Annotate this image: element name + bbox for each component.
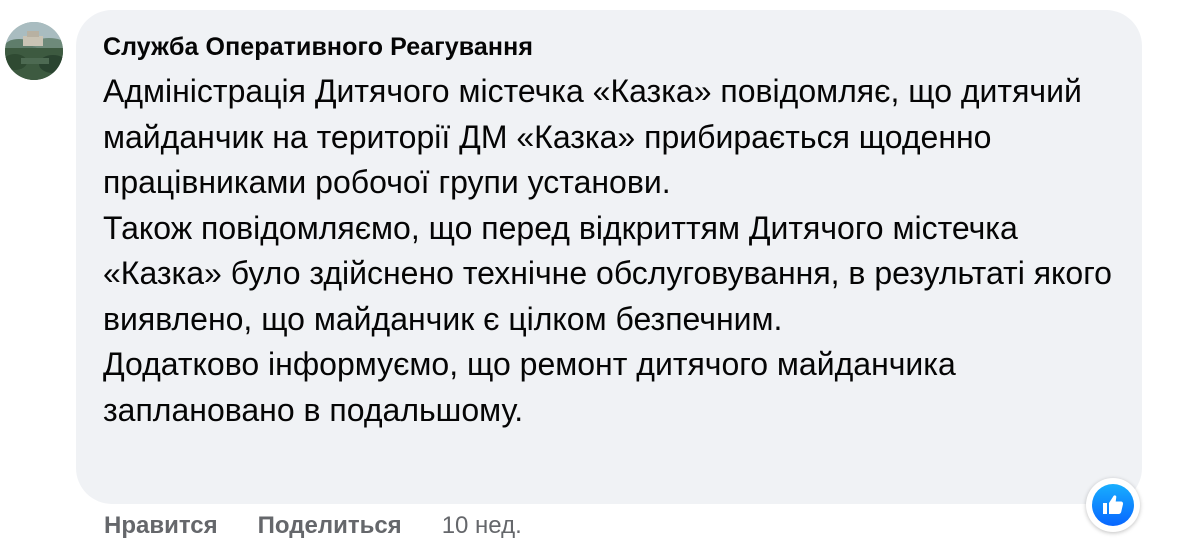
comment-timestamp[interactable]: 10 нед. (442, 512, 522, 540)
avatar-image (5, 22, 63, 80)
reaction-badge[interactable] (1086, 478, 1140, 532)
comment-actions: Нравится Поделиться 10 нед. (104, 508, 522, 544)
like-reaction (1092, 484, 1134, 526)
comment-paragraph: Адміністрація Дитячого містечка «Казка» … (103, 73, 1082, 200)
comment-author[interactable]: Служба Оперативного Реагування (103, 32, 1122, 62)
avatar[interactable] (5, 22, 63, 80)
thumbs-up-icon (1103, 495, 1124, 514)
comment-paragraph: Додатково інформуємо, що ремонт дитячого… (103, 346, 956, 428)
comment-text: Адміністрація Дитячого містечка «Казка» … (103, 69, 1122, 433)
comment: Служба Оперативного Реагування Адміністр… (0, 0, 1182, 560)
like-button[interactable]: Нравится (104, 512, 218, 540)
comment-bubble: Служба Оперативного Реагування Адміністр… (76, 10, 1142, 504)
share-button[interactable]: Поделиться (258, 512, 402, 540)
comment-paragraph: Також повідомляємо, що перед відкриттям … (103, 209, 1112, 337)
